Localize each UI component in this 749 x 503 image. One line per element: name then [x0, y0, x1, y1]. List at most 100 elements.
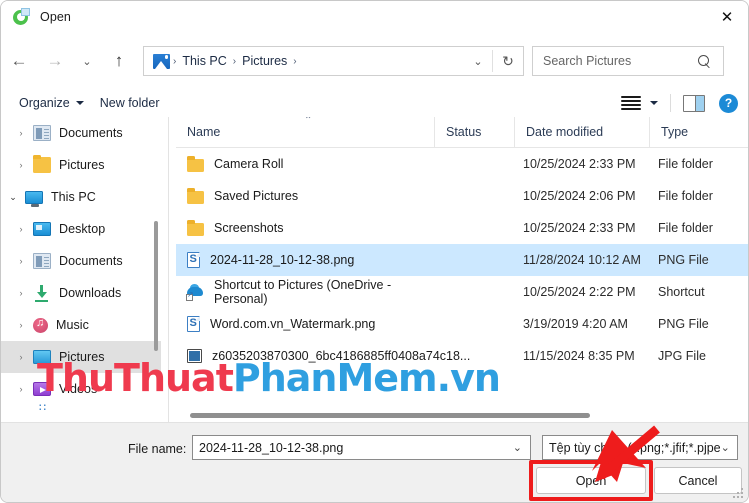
view-list-icon[interactable] [621, 95, 641, 111]
chevron-right-icon[interactable]: › [9, 224, 33, 234]
chevron-down-icon[interactable]: ⌄ [721, 441, 730, 454]
file-name-cell: z6035203870300_6bc4186885ff0408a74c18... [176, 349, 470, 363]
file-name-label: Saved Pictures [214, 189, 299, 203]
file-name-cell: Word.com.vn_Watermark.png [176, 315, 435, 332]
breadcrumb-pictures[interactable]: Pictures [237, 54, 292, 68]
open-button[interactable]: Open [536, 467, 646, 494]
address-bar[interactable]: › This PC › Pictures › ⌄ ↻ [143, 46, 524, 76]
dialog-body: › Documents › Pictures ⌄ This PC › Deskt… [1, 117, 748, 424]
table-row[interactable]: Word.com.vn_Watermark.png 3/19/2019 4:20… [176, 308, 748, 340]
file-name-input[interactable]: 2024-11-28_10-12-38.png ⌄ [192, 435, 531, 460]
horizontal-scrollbar-thumb[interactable] [190, 413, 590, 418]
sort-ascending-icon: ⌃ [304, 117, 313, 126]
file-date-cell: 10/25/2024 2:33 PM [523, 221, 636, 235]
sidebar-item-music[interactable]: › Music [1, 309, 161, 341]
sidebar-item-documents-quick[interactable]: › Documents [1, 117, 161, 149]
new-folder-label: New folder [99, 96, 160, 110]
column-label: Type [661, 125, 689, 139]
sidebar-overflow-indicator: ∷ [39, 402, 47, 414]
sidebar-item-label: Pictures [59, 350, 105, 364]
file-type-cell: File folder [658, 157, 713, 171]
column-label: Name [187, 125, 221, 139]
window-title: Open [40, 10, 71, 24]
column-header-name[interactable]: Name ⌃ [176, 117, 435, 148]
search-box[interactable]: Search Pictures [532, 46, 724, 76]
sidebar-scrollbar[interactable] [154, 221, 158, 351]
sidebar-item-videos[interactable]: › Videos [1, 373, 161, 405]
close-icon[interactable]: ✕ [704, 1, 748, 33]
chevron-right-icon[interactable]: › [9, 352, 33, 362]
sidebar-item-pictures-quick[interactable]: › Pictures [1, 149, 161, 181]
file-name-label: 2024-11-28_10-12-38.png [210, 253, 355, 267]
pictures-icon [33, 350, 51, 364]
file-date-cell: 10/25/2024 2:22 PM [523, 285, 636, 299]
search-input[interactable]: Search Pictures [533, 54, 631, 68]
pictures-folder-icon [153, 53, 170, 69]
file-name-cell: Screenshots [176, 219, 435, 236]
folder-icon [187, 219, 204, 236]
preview-pane-icon[interactable] [683, 94, 705, 112]
file-date-cell: 10/25/2024 2:33 PM [523, 157, 636, 171]
chevron-right-icon[interactable]: › [9, 384, 33, 394]
music-icon [33, 317, 48, 333]
file-date-cell: 10/25/2024 2:06 PM [523, 189, 636, 203]
column-header-type[interactable]: Type [650, 117, 748, 148]
table-row-selected[interactable]: 2024-11-28_10-12-38.png 11/28/2024 10:12… [176, 244, 748, 276]
breadcrumb-this-pc[interactable]: This PC [177, 54, 231, 68]
file-name-cell: Camera Roll [176, 155, 435, 172]
column-label: Status [446, 125, 482, 139]
documents-icon [33, 125, 51, 141]
back-button[interactable]: ← [1, 44, 37, 78]
table-row[interactable]: z6035203870300_6bc4186885ff0408a74c18...… [176, 340, 748, 372]
chevron-down-icon [75, 101, 84, 105]
refresh-icon[interactable]: ↻ [493, 53, 523, 70]
chevron-right-icon[interactable]: › [9, 256, 33, 266]
view-chevron-down-icon[interactable] [650, 101, 658, 105]
desktop-icon [33, 222, 51, 236]
column-header-status[interactable]: Status [435, 117, 515, 148]
png-file-icon [187, 315, 201, 332]
column-header-date-modified[interactable]: Date modified [515, 117, 650, 148]
table-row[interactable]: Screenshots 10/25/2024 2:33 PM File fold… [176, 212, 748, 244]
videos-icon [33, 382, 51, 396]
file-name-label: z6035203870300_6bc4186885ff0408a74c18... [212, 349, 471, 363]
sidebar-item-downloads[interactable]: › Downloads [1, 277, 161, 309]
recent-locations-button[interactable]: ⌄ [73, 44, 101, 78]
open-file-dialog: Open ✕ ← → ⌄ ↑ › This PC › Pictures › ⌄ … [0, 0, 749, 503]
file-date-cell: 11/28/2024 10:12 AM [523, 253, 641, 267]
sidebar-item-desktop[interactable]: › Desktop [1, 213, 161, 245]
sidebar-item-documents[interactable]: › Documents [1, 245, 161, 277]
table-row[interactable]: Camera Roll 10/25/2024 2:33 PM File fold… [176, 148, 748, 180]
table-row[interactable]: Saved Pictures 10/25/2024 2:06 PM File f… [176, 180, 748, 212]
table-row[interactable]: Shortcut to Pictures (OneDrive - Persona… [176, 276, 748, 308]
sidebar-item-pictures[interactable]: › Pictures [1, 341, 161, 373]
chevron-right-icon[interactable]: › [9, 288, 33, 298]
search-icon[interactable] [698, 54, 711, 68]
chevron-right-icon[interactable]: › [9, 160, 33, 170]
file-type-select[interactable]: Tệp tùy chỉnh (*.png;*.jfif;*.pjpe ⌄ [542, 435, 738, 460]
chevron-right-icon[interactable]: › [9, 320, 33, 330]
organize-button[interactable]: Organize [11, 96, 92, 110]
forward-button[interactable]: → [37, 44, 73, 78]
snipping-tool-icon [13, 8, 31, 26]
chevron-down-icon[interactable]: ⌄ [513, 441, 522, 454]
sidebar-item-label: Documents [59, 126, 123, 140]
file-date-cell: 11/15/2024 8:35 PM [523, 349, 635, 363]
resize-grip[interactable] [733, 488, 743, 498]
new-folder-button[interactable]: New folder [92, 96, 168, 110]
pane-splitter[interactable] [161, 117, 176, 424]
sidebar-item-this-pc[interactable]: ⌄ This PC [1, 181, 161, 213]
file-type-cell: File folder [658, 221, 713, 235]
sidebar-item-label: Music [56, 318, 89, 332]
chevron-right-icon[interactable]: › [9, 128, 33, 138]
chevron-down-icon[interactable]: ⌄ [464, 55, 492, 68]
help-icon[interactable]: ? [719, 93, 738, 113]
this-pc-icon [25, 190, 43, 207]
cancel-button[interactable]: Cancel [654, 467, 742, 494]
sidebar-item-label: Documents [59, 254, 123, 268]
chevron-down-icon[interactable]: ⌄ [1, 192, 25, 203]
file-list: Name ⌃ Status Date modified Type Camera … [176, 117, 748, 424]
file-name-label: Camera Roll [214, 157, 284, 171]
up-button[interactable]: ↑ [101, 44, 137, 78]
title-bar: Open ✕ [1, 1, 748, 33]
